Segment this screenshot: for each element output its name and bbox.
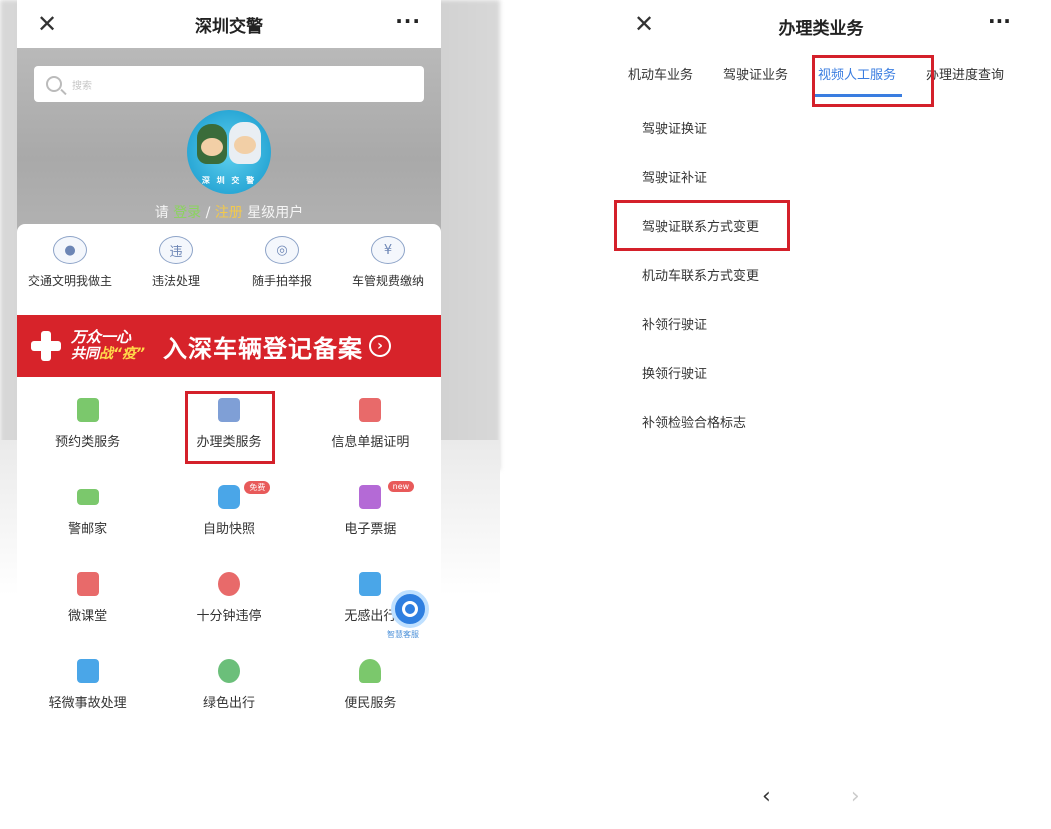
violation-icon: 违 xyxy=(159,236,193,264)
quick-action-report[interactable]: ◎ 随手拍举报 xyxy=(229,224,335,312)
service-parking[interactable]: 十分钟违停 xyxy=(158,562,299,649)
banner-slogan-part: 共同 xyxy=(71,346,99,362)
quick-action-violation[interactable]: 违 违法处理 xyxy=(123,224,229,312)
quick-actions: ● 交通文明我做主 违 违法处理 ◎ 随手拍举报 ¥ 车管规费缴纳 xyxy=(17,224,441,312)
service-appointment[interactable]: 预约类服务 xyxy=(17,388,158,475)
register-link[interactable]: 注册 xyxy=(215,205,243,221)
service-convenience[interactable]: 便民服务 xyxy=(300,649,441,736)
new-badge: new xyxy=(387,481,415,492)
document-icon xyxy=(359,398,382,422)
customer-service-button[interactable] xyxy=(391,590,429,628)
login-prompt: 请 登录 / 注册 星级用户 xyxy=(17,202,441,222)
receipt-icon xyxy=(359,485,382,509)
tab-license[interactable]: 驾驶证业务 xyxy=(723,64,788,83)
banner-headline: 入深车辆登记备案 xyxy=(163,334,364,363)
banner-slogan: 万众一心 共同战“疫” xyxy=(71,329,145,363)
list-item[interactable]: 驾驶证换证 xyxy=(642,118,759,167)
service-label: 信息单据证明 xyxy=(331,435,410,450)
login-link[interactable]: 登录 xyxy=(173,205,201,221)
login-separator: / xyxy=(201,205,215,221)
parking-icon xyxy=(217,572,240,596)
avatar[interactable]: 深 圳 交 警 xyxy=(187,110,271,194)
police-figure-icon xyxy=(197,124,227,164)
banner-slogan-line2: 共同战“疫” xyxy=(71,346,145,363)
service-label: 微课堂 xyxy=(68,609,108,624)
left-screen: ✕ 深圳交警 ··· 搜索 深 圳 交 警 请 登录 / 注册 星级用户 ● 交… xyxy=(17,0,441,829)
tab-vehicle[interactable]: 机动车业务 xyxy=(628,64,693,83)
appointment-icon xyxy=(76,398,99,422)
service-label: 自助快照 xyxy=(202,522,255,537)
right-screen: ✕ 办理类业务 ··· 机动车业务 驾驶证业务 视频人工服务 办理进度查询 驾驶… xyxy=(556,0,1051,829)
service-row: 警邮家 免费 自助快照 new 电子票据 xyxy=(17,475,441,562)
back-icon[interactable]: ‹ xyxy=(762,784,771,809)
service-green[interactable]: 绿色出行 xyxy=(158,649,299,736)
service-photo[interactable]: 免费 自助快照 xyxy=(158,475,299,562)
quick-action-label: 交通文明我做主 xyxy=(27,274,112,288)
service-label: 预约类服务 xyxy=(55,435,121,450)
service-label: 绿色出行 xyxy=(202,696,255,711)
service-label: 无感出行 xyxy=(344,609,397,624)
tab-progress[interactable]: 办理进度查询 xyxy=(926,64,1004,83)
more-icon[interactable]: ··· xyxy=(395,9,421,33)
user-cloud-icon: ● xyxy=(53,236,87,264)
banner-slogan-highlight: 战“疫” xyxy=(99,346,146,362)
camera-icon: ◎ xyxy=(265,236,299,264)
avatar-caption: 深 圳 交 警 xyxy=(201,176,257,185)
highlight-handling xyxy=(185,391,275,464)
chevron-right-icon: › xyxy=(369,335,392,357)
bottom-nav: ‹ › xyxy=(762,784,860,809)
red-cross-icon xyxy=(29,329,63,363)
page-title: 深圳交警 xyxy=(195,16,263,37)
more-icon[interactable]: ··· xyxy=(988,9,1011,33)
service-icon xyxy=(359,659,382,683)
forward-icon[interactable]: › xyxy=(851,784,860,809)
login-prefix: 请 xyxy=(154,205,174,221)
page-title: 办理类业务 xyxy=(778,19,864,39)
police-figure-icon xyxy=(229,122,261,164)
banner-slogan-line1: 万众一心 xyxy=(71,328,132,346)
list-item[interactable]: 机动车联系方式变更 xyxy=(642,265,759,314)
quick-action-civility[interactable]: ● 交通文明我做主 xyxy=(17,224,123,312)
service-row: 轻微事故处理 绿色出行 便民服务 xyxy=(17,649,441,736)
customer-service-label: 智慧客服 xyxy=(387,630,419,639)
list-item[interactable]: 补领检验合格标志 xyxy=(642,412,759,461)
search-input[interactable]: 搜索 xyxy=(34,66,424,102)
accident-icon xyxy=(76,659,99,683)
mail-icon xyxy=(76,489,99,505)
yuan-icon: ¥ xyxy=(371,236,405,264)
service-receipt[interactable]: new 电子票据 xyxy=(300,475,441,562)
service-course[interactable]: 微课堂 xyxy=(17,562,158,649)
book-icon xyxy=(76,572,99,596)
headset-icon xyxy=(402,601,418,617)
highlight-contact-change xyxy=(614,200,790,251)
service-accident[interactable]: 轻微事故处理 xyxy=(17,649,158,736)
service-label: 十分钟违停 xyxy=(196,609,262,624)
quick-action-label: 车管规费缴纳 xyxy=(351,274,424,288)
list-item[interactable]: 换领行驶证 xyxy=(642,363,759,412)
search-icon xyxy=(46,76,62,92)
close-icon[interactable]: ✕ xyxy=(37,10,57,38)
top-bar: ✕ 深圳交警 ··· xyxy=(17,0,441,48)
quick-action-label: 违法处理 xyxy=(151,274,200,288)
service-label: 电子票据 xyxy=(344,522,397,537)
search-placeholder: 搜索 xyxy=(72,80,92,92)
service-label: 警邮家 xyxy=(68,522,108,537)
quick-action-label: 随手拍举报 xyxy=(251,274,312,288)
business-list: 驾驶证换证 驾驶证补证 驾驶证联系方式变更 机动车联系方式变更 补领行驶证 换领… xyxy=(642,118,759,461)
login-suffix: 星级用户 xyxy=(242,205,304,221)
highlight-video-tab xyxy=(812,55,934,107)
service-label: 轻微事故处理 xyxy=(48,696,127,711)
service-label: 便民服务 xyxy=(344,696,397,711)
service-documents[interactable]: 信息单据证明 xyxy=(300,388,441,475)
hero-header: 搜索 深 圳 交 警 请 登录 / 注册 星级用户 xyxy=(17,48,441,233)
free-badge: 免费 xyxy=(244,481,271,494)
green-travel-icon xyxy=(217,659,240,683)
list-item[interactable]: 补领行驶证 xyxy=(642,314,759,363)
service-row: 微课堂 十分钟违停 无感出行 xyxy=(17,562,441,649)
promo-banner[interactable]: 万众一心 共同战“疫” 入深车辆登记备案 › xyxy=(17,315,441,377)
quick-action-fee[interactable]: ¥ 车管规费缴纳 xyxy=(335,224,441,312)
photo-icon xyxy=(217,485,240,509)
etc-icon xyxy=(359,572,382,596)
service-mail[interactable]: 警邮家 xyxy=(17,475,158,562)
